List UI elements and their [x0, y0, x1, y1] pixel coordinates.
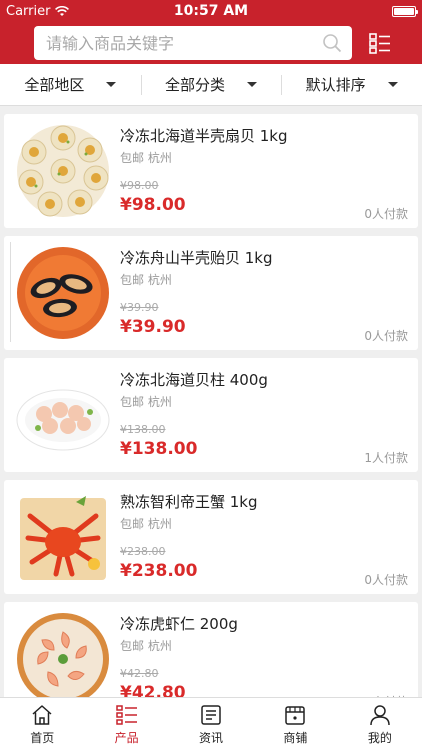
product-original-price: ¥138.00: [120, 423, 166, 436]
product-price: ¥238.00: [120, 561, 198, 581]
product-location: 包邮 杭州: [120, 151, 172, 165]
user-icon: [370, 705, 390, 726]
product-list: 冷冻北海道半壳扇贝 1kg 包邮 杭州 ¥98.00 ¥98.00 0人付款 冷…: [0, 114, 422, 716]
tab-home-label: 首页: [30, 731, 55, 745]
product-title: 冷冻虎虾仁 200g: [120, 615, 238, 633]
tab-mine-label: 我的: [367, 731, 392, 745]
filter-category[interactable]: 全部分类: [140, 64, 282, 105]
product-title: 冷冻北海道半壳扇贝 1kg: [120, 127, 288, 145]
list-icon: [115, 705, 137, 725]
product-card[interactable]: 冷冻北海道半壳扇贝 1kg 包邮 杭州 ¥98.00 ¥98.00 0人付款: [4, 114, 418, 228]
news-icon: [201, 705, 221, 725]
product-original-price: ¥39.90: [120, 301, 159, 314]
product-paid-count: 0人付款: [364, 329, 408, 343]
product-location: 包邮 杭州: [120, 517, 172, 531]
tab-mine[interactable]: 我的: [338, 698, 422, 750]
product-location: 包邮 杭州: [120, 395, 172, 409]
status-bar: Carrier 10:57 AM: [0, 0, 422, 22]
product-paid-count: 1人付款: [364, 451, 408, 465]
product-card[interactable]: 熟冻智利帝王蟹 1kg 包邮 杭州 ¥238.00 ¥238.00 0人付款: [4, 480, 418, 594]
divider: [10, 242, 11, 342]
product-price: ¥39.90: [120, 317, 186, 337]
product-card[interactable]: 冷冻北海道贝柱 400g 包邮 杭州 ¥138.00 ¥138.00 1人付款: [4, 358, 418, 472]
product-paid-count: 0人付款: [364, 207, 408, 221]
product-title: 冷冻北海道贝柱 400g: [120, 371, 268, 389]
product-image: [16, 490, 110, 584]
tab-news[interactable]: 资讯: [169, 698, 253, 750]
filter-region-label: 全部地区: [24, 76, 85, 94]
header: [0, 22, 422, 64]
tab-store-label: 商铺: [283, 731, 308, 745]
tab-products[interactable]: 产品: [84, 698, 168, 750]
product-image: [16, 368, 110, 462]
product-image: [16, 124, 110, 218]
caret-down-icon: [106, 82, 117, 87]
filter-bar: 全部地区 全部分类 默认排序: [0, 64, 422, 106]
product-original-price: ¥98.00: [120, 179, 159, 192]
product-image: [16, 612, 110, 706]
search-input[interactable]: [46, 33, 306, 53]
battery-icon: [392, 5, 418, 17]
product-location: 包邮 杭州: [120, 639, 172, 653]
caret-down-icon: [247, 82, 258, 87]
home-icon: [32, 705, 52, 725]
carrier-label: Carrier: [6, 3, 51, 19]
product-price: ¥138.00: [120, 439, 198, 459]
category-menu-icon[interactable]: [362, 25, 398, 61]
product-title: 冷冻舟山半壳贻贝 1kg: [120, 249, 273, 267]
product-original-price: ¥42.80: [120, 667, 159, 680]
store-icon: [285, 706, 306, 725]
filter-region[interactable]: 全部地区: [0, 64, 141, 105]
tab-bar: 首页 产品 资讯 商铺 我的: [0, 697, 422, 750]
product-price: ¥98.00: [120, 195, 186, 215]
filter-sort-label: 默认排序: [305, 76, 366, 94]
product-original-price: ¥238.00: [120, 545, 166, 558]
filter-sort[interactable]: 默认排序: [281, 64, 422, 105]
caret-down-icon: [387, 82, 398, 87]
wifi-icon: [55, 5, 70, 16]
product-paid-count: 0人付款: [364, 573, 408, 587]
tab-home[interactable]: 首页: [0, 698, 84, 750]
filter-category-label: 全部分类: [165, 76, 226, 94]
product-location: 包邮 杭州: [120, 273, 172, 287]
search-icon[interactable]: [322, 33, 342, 53]
tab-store[interactable]: 商铺: [253, 698, 337, 750]
product-title: 熟冻智利帝王蟹 1kg: [120, 493, 258, 511]
product-card[interactable]: 冷冻舟山半壳贻贝 1kg 包邮 杭州 ¥39.90 ¥39.90 0人付款: [4, 236, 418, 350]
tab-news-label: 资讯: [199, 731, 224, 745]
search-box[interactable]: [34, 26, 352, 60]
product-image: [16, 246, 110, 340]
tab-products-label: 产品: [114, 731, 139, 745]
